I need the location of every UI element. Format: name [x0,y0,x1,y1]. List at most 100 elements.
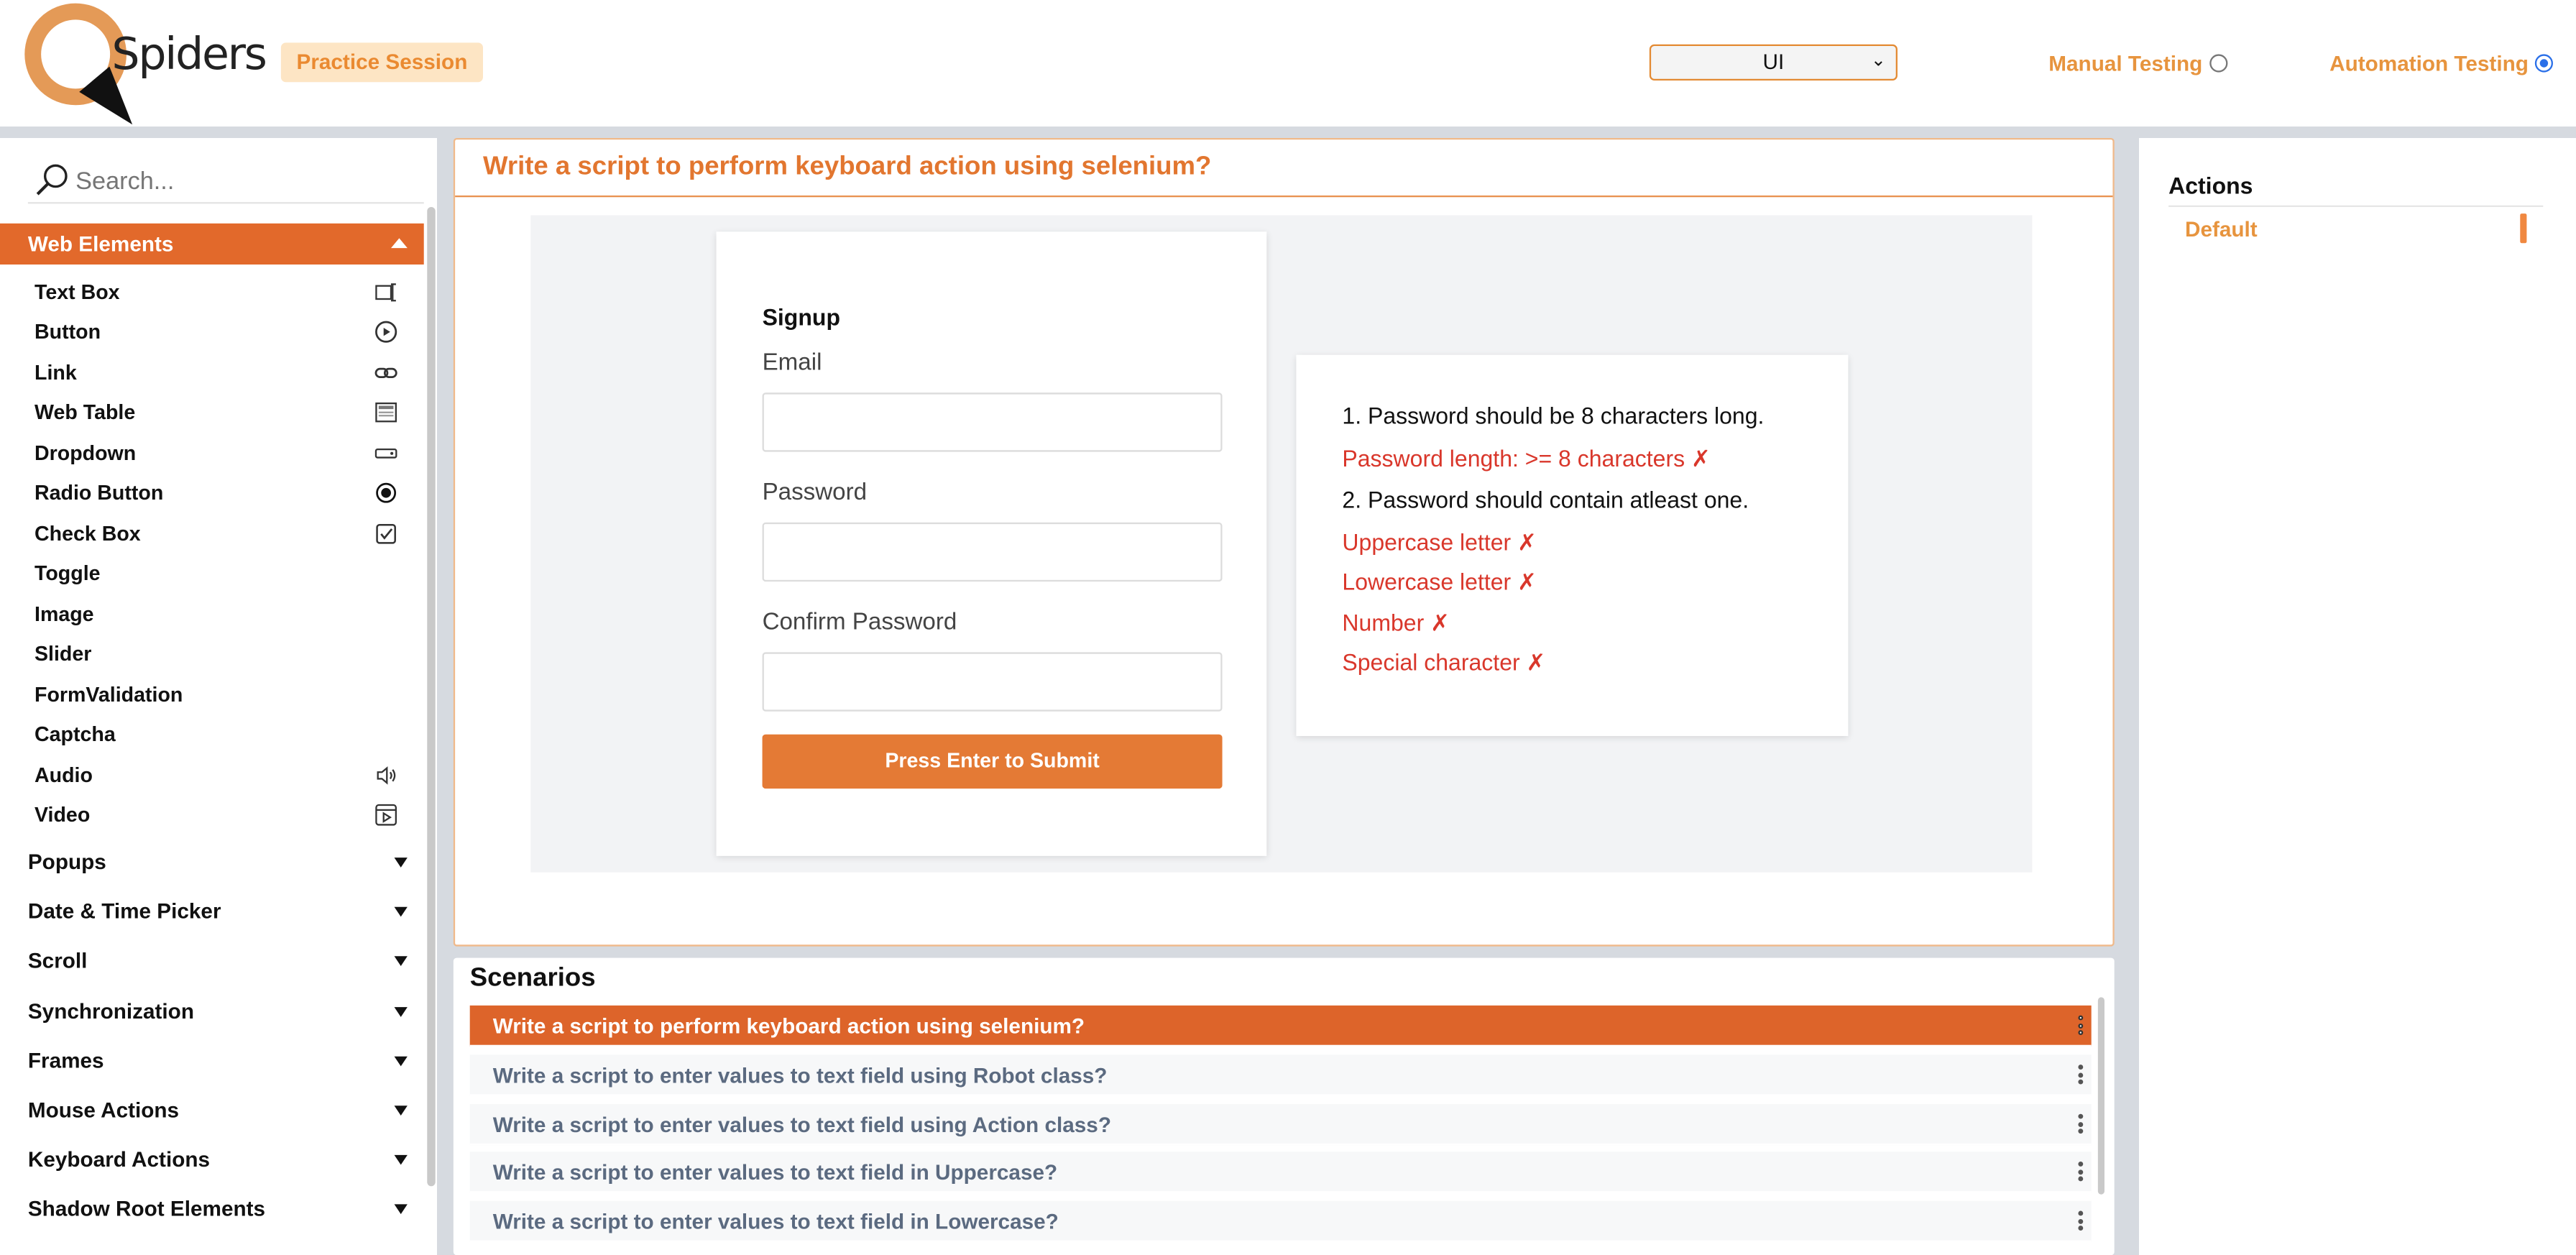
scenarios-title: Scenarios [469,964,596,993]
radio-icon [376,482,397,503]
scenario-item[interactable]: Write a script to enter values to text f… [469,1054,2092,1096]
sidebar-item-label: Video [34,803,91,827]
sidebar-item-button[interactable]: Button [34,316,404,349]
sidebar-item-captcha[interactable]: Captcha [34,718,404,751]
signup-title: Signup [762,303,840,331]
more-options-icon[interactable] [2078,1113,2084,1136]
scenario-item[interactable]: Write a script to enter values to text f… [469,1200,2092,1242]
scenario-item[interactable]: Write a script to enter values to text f… [469,1103,2092,1146]
chevron-down-icon: ⌄ [1870,50,1886,71]
logo-text: Spiders [111,29,267,81]
sidebar-group-date-time-picker[interactable]: Date & Time Picker [28,893,414,929]
demo-area: Signup Email Password Confirm Password P… [530,215,2033,873]
sidebar-item-dropdown[interactable]: Dropdown [34,437,404,470]
category-select-value: UI [1762,49,1785,74]
sidebar-group-keyboard-actions[interactable]: Keyboard Actions [28,1142,414,1178]
sidebar-group-label: Shadow Root Elements [27,1195,266,1221]
sidebar: Web Elements Text Box Button Link Web Ta… [0,137,437,1255]
category-select[interactable]: UI ⌄ [1649,44,1898,81]
sidebar-item-audio[interactable]: Audio [34,759,404,792]
qspiders-logo[interactable]: Spiders [22,0,267,137]
scenario-label: Write a script to enter values to text f… [492,1112,1111,1137]
sidebar-group-synchronization[interactable]: Synchronization [28,994,414,1030]
caret-down-icon [394,956,408,966]
rule-special-status: Special character ✗ [1342,648,1546,676]
actions-title: Actions [2168,172,2253,199]
sidebar-group-popups[interactable]: Popups [28,845,414,881]
sidebar-group-label: Mouse Actions [27,1097,180,1123]
scenarios-panel: Scenarios Write a script to perform keyb… [453,957,2115,1255]
sidebar-item-image[interactable]: Image [34,598,404,631]
scenarios-scrollbar[interactable] [2097,997,2104,1195]
signup-card: Signup Email Password Confirm Password P… [716,231,1267,856]
confirm-password-label: Confirm Password [762,609,957,636]
rule-number-status: Number ✗ [1342,609,1450,636]
email-field[interactable] [762,392,1223,452]
sidebar-item-radio-button[interactable]: Radio Button [34,477,404,510]
sidebar-item-link[interactable]: Link [34,357,404,390]
sidebar-item-web-table[interactable]: Web Table [34,396,404,429]
top-header: Spiders Practice Session UI ⌄ Manual Tes… [0,0,2576,137]
sidebar-group-shadow-root-elements[interactable]: Shadow Root Elements [28,1191,414,1227]
link-icon [374,367,397,378]
password-rules-card: 1. Password should be 8 characters long.… [1296,354,1849,736]
sidebar-item-label: Web Table [34,400,136,424]
email-label: Email [762,349,822,377]
search-icon[interactable] [34,161,70,197]
sidebar-item-toggle[interactable]: Toggle [34,557,404,590]
sidebar-item-formvalidation[interactable]: FormValidation [34,679,404,712]
caret-down-icon [394,1105,408,1116]
sidebar-group-label: Date & Time Picker [27,898,221,924]
scenario-label: Write a script to enter values to text f… [492,1209,1059,1234]
sidebar-group-label: Web Elements [27,231,174,257]
sidebar-group-label: Frames [27,1048,104,1073]
sidebar-scrollbar[interactable] [427,206,436,1187]
chevron-up-icon [390,238,408,249]
search-bar [27,155,424,204]
radio-on-icon[interactable] [2535,54,2554,73]
sidebar-item-label: Dropdown [34,441,137,465]
scenario-label: Write a script to enter values to text f… [492,1159,1058,1185]
page-title: Write a script to perform keyboard actio… [482,152,1212,181]
sidebar-item-label: Slider [34,642,92,666]
sidebar-group-mouse-actions[interactable]: Mouse Actions [28,1093,414,1128]
more-options-icon[interactable] [2078,1015,2084,1037]
automation-testing-radio[interactable]: Automation Testing [2329,51,2554,75]
sidebar-item-label: Toggle [34,561,101,585]
submit-button[interactable]: Press Enter to Submit [762,734,1223,789]
radio-off-icon[interactable] [2209,54,2227,73]
sidebar-item-slider[interactable]: Slider [34,638,404,671]
sidebar-item-text-box[interactable]: Text Box [34,276,404,309]
rule-uppercase-status: Uppercase letter ✗ [1342,528,1537,556]
rule-length-heading: 1. Password should be 8 characters long. [1342,402,1765,429]
manual-testing-label: Manual Testing [2048,50,2203,76]
confirm-password-field[interactable] [762,652,1223,712]
play-circle-icon [375,321,397,343]
caret-down-icon [394,1056,408,1067]
sidebar-group-label: Keyboard Actions [27,1146,211,1172]
sidebar-item-label: Image [34,602,94,626]
more-options-icon[interactable] [2078,1065,2084,1086]
scenario-item-active[interactable]: Write a script to perform keyboard actio… [469,1005,2092,1047]
scenario-label: Write a script to enter values to text f… [492,1062,1108,1088]
title-divider [455,195,2113,198]
practice-session-button[interactable]: Practice Session [280,42,483,83]
sidebar-group-web-elements[interactable]: Web Elements [0,223,424,265]
scenario-item[interactable]: Write a script to enter values to text f… [469,1151,2092,1193]
more-options-icon[interactable] [2078,1161,2084,1183]
sidebar-group-label: Synchronization [27,998,194,1024]
actions-divider [2168,205,2544,207]
checkbox-icon [376,524,396,544]
caret-down-icon [394,906,408,917]
sidebar-item-check-box[interactable]: Check Box [34,518,404,551]
active-indicator [2520,213,2527,244]
sidebar-group-scroll[interactable]: Scroll [28,943,414,979]
sidebar-group-frames[interactable]: Frames [28,1043,414,1079]
sidebar-item-label: Check Box [34,522,141,546]
more-options-icon[interactable] [2078,1210,2084,1233]
actions-default-item[interactable]: Default [2185,217,2258,242]
password-field[interactable] [762,522,1223,582]
search-input[interactable] [75,164,405,198]
sidebar-item-video[interactable]: Video [34,799,404,832]
manual-testing-radio[interactable]: Manual Testing [2048,51,2227,75]
